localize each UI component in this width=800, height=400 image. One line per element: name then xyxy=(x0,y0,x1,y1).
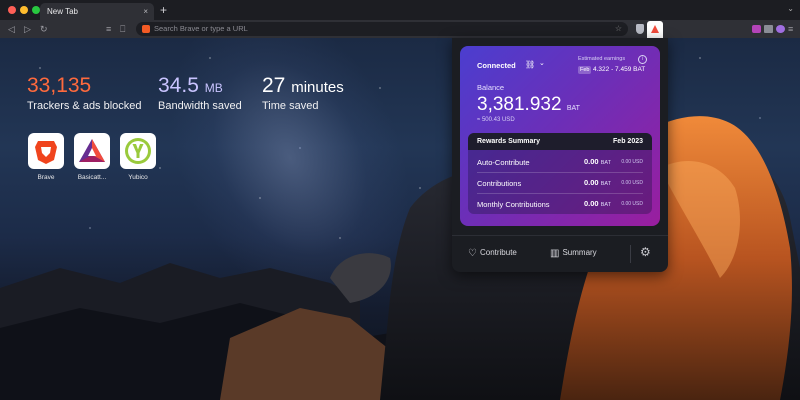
row-bat-unit: BAT xyxy=(600,181,611,187)
back-icon[interactable]: ◁ xyxy=(8,22,15,36)
trackers-blocked-value: 33,135 xyxy=(27,74,92,97)
bookmark-icon[interactable]: ⎕ xyxy=(120,22,125,36)
rewards-footer: ♡ Contribute ▥ Summary ⚙ xyxy=(452,235,668,272)
summary-button[interactable]: ▥ Summary xyxy=(550,248,597,259)
footer-divider xyxy=(630,245,631,263)
row-usd-value: 0.00 USD xyxy=(621,180,643,186)
balance-unit: BAT xyxy=(566,105,580,112)
bat-triangle-icon xyxy=(79,139,105,162)
tab-title: New Tab xyxy=(47,7,78,16)
menu-icon[interactable]: ≡ xyxy=(788,22,793,36)
summary-row: Contributions 0.00 BAT 0.00 USD xyxy=(477,172,643,194)
tab-strip: New Tab × + ⌄ xyxy=(0,0,800,20)
brave-lion-icon xyxy=(35,141,57,164)
trackers-blocked-label: Trackers & ads blocked xyxy=(27,100,142,112)
top-site-brave[interactable] xyxy=(28,133,64,169)
summary-row: Auto-Contribute 0.00 BAT 0.00 USD xyxy=(477,151,643,173)
info-icon[interactable]: i xyxy=(638,55,647,64)
sidebar-icon[interactable]: ≡ xyxy=(106,22,111,36)
summary-row: Monthly Contributions 0.00 BAT 0.00 USD xyxy=(477,193,643,214)
landscape-illustration xyxy=(0,116,800,400)
maximize-window-button[interactable] xyxy=(32,6,40,14)
rewards-panel: Connected ⛓ ⌄ Estimated earnings i Feb 4… xyxy=(452,38,668,272)
bookmark-star-icon[interactable]: ☆ xyxy=(615,22,622,36)
bandwidth-unit: MB xyxy=(204,81,223,95)
heart-hand-icon: ♡ xyxy=(468,248,477,259)
row-bat-unit: BAT xyxy=(600,160,611,166)
wallet-icon[interactable] xyxy=(752,25,761,33)
summary-header: Rewards Summary Feb 2023 xyxy=(468,133,652,150)
summary-month: Feb 2023 xyxy=(613,138,643,145)
brave-shields-icon[interactable] xyxy=(636,24,644,34)
profile-icon[interactable] xyxy=(776,25,785,33)
reload-icon[interactable]: ↻ xyxy=(40,22,48,36)
contribute-button[interactable]: ♡ Contribute xyxy=(468,248,517,259)
tab-close-button[interactable]: × xyxy=(143,3,148,20)
time-unit: minutes xyxy=(291,79,344,96)
bat-triangle-icon xyxy=(651,25,659,33)
bar-chart-icon: ▥ xyxy=(550,248,560,259)
minimize-window-button[interactable] xyxy=(20,6,28,14)
gear-icon[interactable]: ⚙ xyxy=(640,245,651,259)
new-tab-button[interactable]: + xyxy=(160,3,167,17)
row-label: Auto-Contribute xyxy=(477,158,530,167)
rewards-button[interactable] xyxy=(647,21,663,38)
row-bat-value: 0.00 BAT xyxy=(584,178,611,187)
summary-title: Rewards Summary xyxy=(477,138,541,145)
link-icon: ⛓ xyxy=(525,60,536,69)
bandwidth-saved-label: Bandwidth saved xyxy=(158,100,242,112)
rewards-summary: Rewards Summary Feb 2023 Auto-Contribute… xyxy=(468,133,652,214)
tab-search-icon[interactable]: ⌄ xyxy=(787,4,794,13)
estimated-earnings-range: 4.322 - 7.459 BAT xyxy=(593,66,646,73)
rewards-card: Connected ⛓ ⌄ Estimated earnings i Feb 4… xyxy=(460,46,660,226)
estimate-month-chip: Feb xyxy=(578,66,592,74)
row-bat-unit: BAT xyxy=(600,202,611,208)
top-site-yubico-label: Yubico xyxy=(128,174,148,181)
url-placeholder: Search Brave or type a URL xyxy=(154,24,248,33)
top-site-basicattention[interactable] xyxy=(74,133,110,169)
row-usd-value: 0.00 USD xyxy=(621,201,643,207)
connected-status[interactable]: Connected xyxy=(477,61,516,70)
url-bar[interactable]: Search Brave or type a URL ☆ xyxy=(136,22,628,36)
row-bat-value: 0.00 BAT xyxy=(584,157,611,166)
background-image xyxy=(0,38,800,400)
playlist-icon[interactable] xyxy=(764,25,773,33)
forward-icon[interactable]: ▷ xyxy=(24,22,31,36)
top-site-yubico[interactable] xyxy=(120,133,156,169)
tab-new-tab[interactable]: New Tab × xyxy=(40,3,154,20)
row-label: Monthly Contributions xyxy=(477,200,550,209)
balance-label: Balance xyxy=(477,83,505,92)
time-saved-label: Time saved xyxy=(262,100,319,112)
balance-usd: ≈ 500.43 USD xyxy=(477,117,515,123)
estimated-earnings-label: Estimated earnings xyxy=(578,56,626,62)
close-window-button[interactable] xyxy=(8,6,16,14)
brave-search-icon xyxy=(142,25,150,33)
bandwidth-saved-value: 34.5 MB xyxy=(158,74,223,97)
toolbar: ◁ ▷ ↻ ≡ ⎕ Search Brave or type a URL ☆ ≡ xyxy=(0,20,800,39)
row-usd-value: 0.00 USD xyxy=(621,159,643,165)
yubico-icon xyxy=(125,138,151,164)
row-label: Contributions xyxy=(477,179,522,188)
time-saved-value: 27 minutes xyxy=(262,74,344,97)
chevron-down-icon[interactable]: ⌄ xyxy=(539,59,545,67)
row-bat-value: 0.00 BAT xyxy=(584,199,611,208)
